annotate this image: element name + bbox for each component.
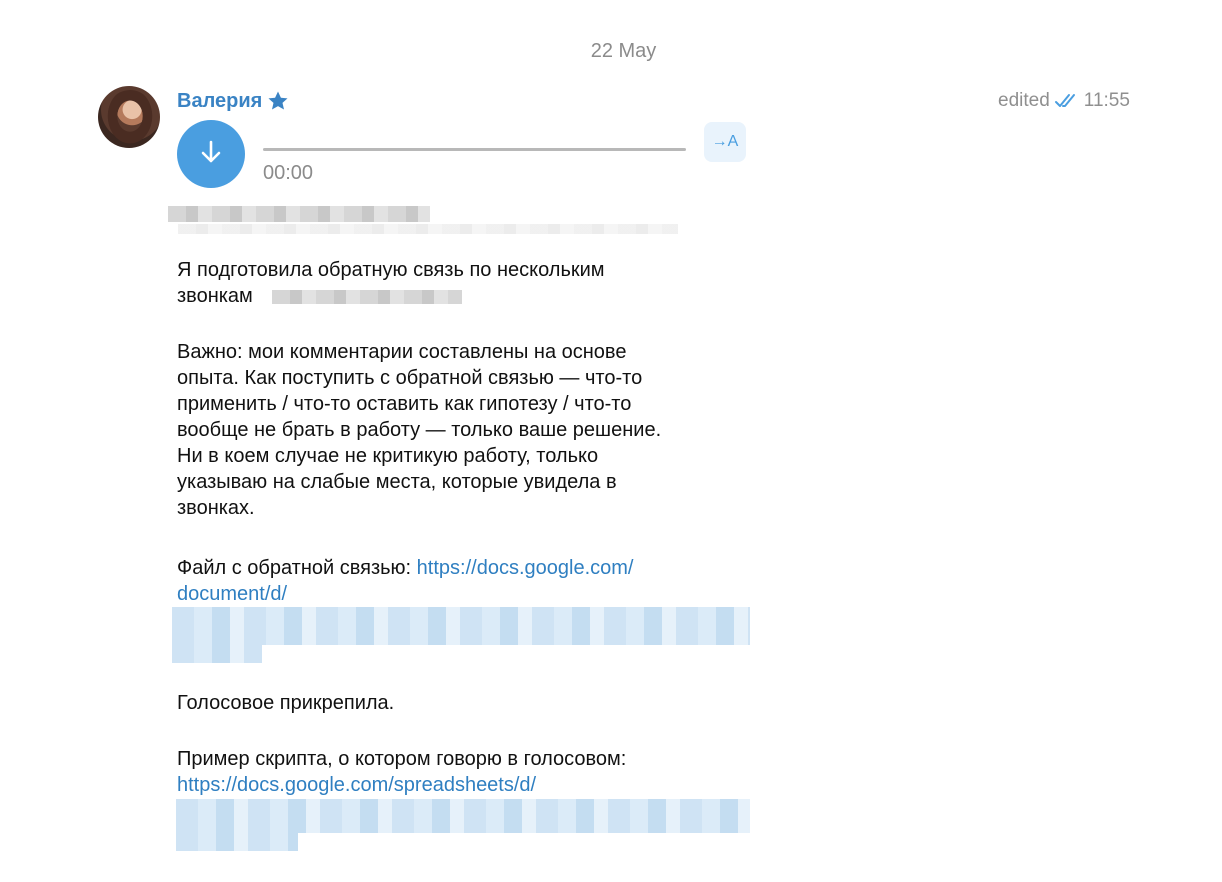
- voice-attached-text: Голосовое прикрепила.: [177, 692, 395, 714]
- sender-name-text: Валерия: [177, 89, 263, 112]
- message-time: 11:55: [1083, 90, 1130, 111]
- star-icon: [266, 89, 290, 113]
- transcribe-button[interactable]: →A: [704, 122, 746, 162]
- message-paragraph-2: Важно: мои комментарии составлены на осн…: [177, 341, 662, 519]
- file-link[interactable]: https://docs.google.com/: [417, 557, 634, 579]
- redacted-link[interactable]: [176, 799, 750, 833]
- avatar[interactable]: [98, 86, 160, 148]
- date-separator: 22 May: [590, 40, 657, 62]
- message-paragraph-1: Я подготовила обратную связь по нескольк…: [177, 259, 605, 281]
- double-check-icon: [1054, 92, 1080, 110]
- file-line-2: document/d/: [177, 581, 287, 607]
- redacted-text: [272, 290, 462, 304]
- script-intro-text: Пример скрипта, о котором говорю в голос…: [177, 748, 627, 770]
- message-meta: edited 11:55: [998, 90, 1130, 112]
- redacted-text: [178, 224, 678, 234]
- voice-download-button[interactable]: [177, 120, 245, 188]
- redacted-link[interactable]: [176, 833, 298, 851]
- message-paragraph-1-line-2: звонкам: [177, 285, 253, 307]
- sender-name[interactable]: Валерия: [177, 89, 290, 113]
- script-line: https://docs.google.com/spreadsheets/d/: [177, 772, 536, 798]
- file-line: Файл с обратной связью: https://docs.goo…: [177, 557, 634, 579]
- script-link[interactable]: https://docs.google.com/spreadsheets/d/: [177, 774, 536, 796]
- redacted-link[interactable]: [172, 607, 750, 645]
- redacted-link[interactable]: [172, 645, 262, 663]
- voice-duration: 00:00: [263, 162, 314, 184]
- redacted-text: [168, 206, 430, 222]
- arrow-down-icon: [196, 137, 226, 172]
- edited-label: edited: [998, 90, 1050, 111]
- voice-waveform[interactable]: [263, 148, 686, 151]
- file-link-continued[interactable]: document/d/: [177, 583, 287, 605]
